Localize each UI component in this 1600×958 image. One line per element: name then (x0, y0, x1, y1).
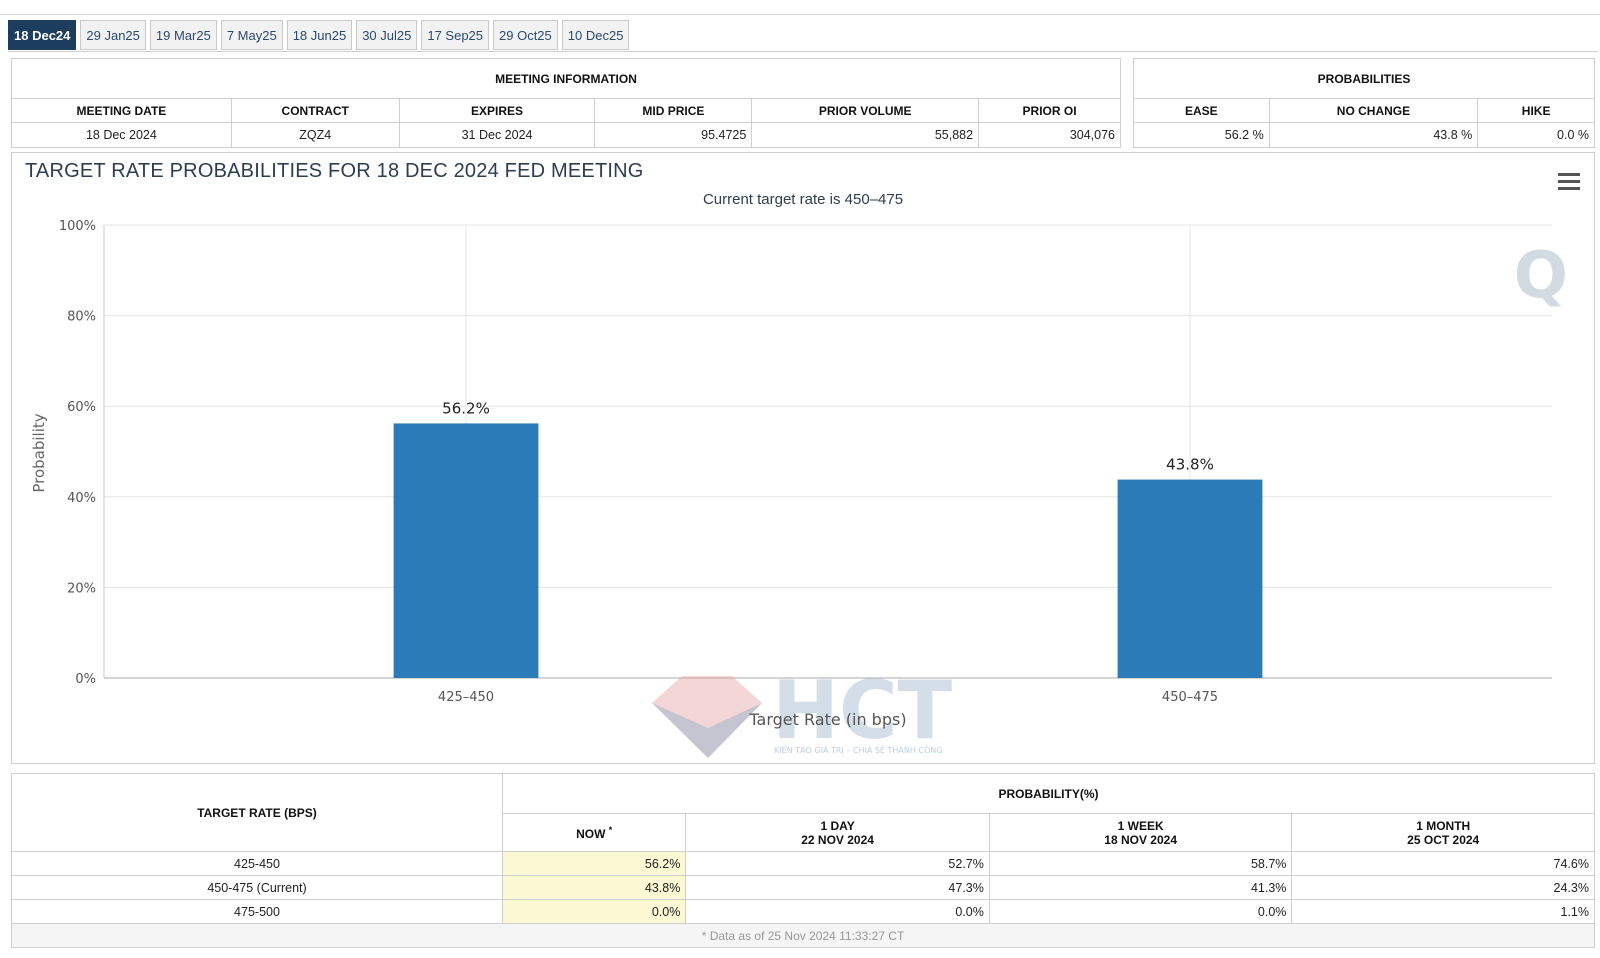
week-cell: 58.7% (988, 851, 1293, 876)
x-tick-label: 450–475 (1162, 690, 1218, 705)
hike-value: 0.0 % (1477, 122, 1595, 148)
ease-value: 56.2 % (1133, 122, 1270, 148)
probabilities-table: PROBABILITIES EASE NO CHANGE HIKE 56.2 %… (1133, 58, 1595, 148)
now-cell: 56.2% (501, 851, 687, 876)
tab-7-may25[interactable]: 7 May25 (220, 20, 283, 50)
table-row: 475-500 0.0% 0.0% 0.0% 1.1% (11, 899, 1595, 924)
y-tick-label: 100% (59, 219, 96, 234)
day-cell: 47.3% (685, 875, 990, 900)
bar-425–450[interactable] (393, 423, 539, 678)
col-contract: CONTRACT (230, 98, 400, 123)
col-no-change: NO CHANGE (1268, 98, 1479, 123)
week-cell: 0.0% (988, 899, 1293, 924)
meeting-information-table: MEETING INFORMATION MEETING DATE CONTRAC… (11, 58, 1121, 148)
y-tick-label: 0% (75, 672, 96, 687)
tab-17-sep25[interactable]: 17 Sep25 (421, 20, 490, 50)
now-cell: 0.0% (501, 899, 687, 924)
table-row: 425-450 56.2% 52.7% 58.7% 74.6% (11, 851, 1595, 876)
bar-chart: 0%20%40%60%80%100% HCT KIẾN TẠO GIÁ TRỊ … (30, 219, 1552, 758)
col-hike: HIKE (1477, 98, 1595, 123)
data-label: 43.8% (1166, 456, 1214, 474)
table-row: 56.2 % 43.8 % 0.0 % (1133, 122, 1595, 148)
day-cell: 52.7% (685, 851, 990, 876)
week-cell: 41.3% (988, 875, 1293, 900)
col-1-month: 1 MONTH 25 OCT 2024 (1291, 813, 1595, 852)
y-axis-label: Probability (30, 413, 48, 492)
tab-29-oct25[interactable]: 29 Oct25 (493, 20, 558, 50)
month-cell: 74.6% (1291, 851, 1595, 876)
meeting-date-value: 18 Dec 2024 (11, 122, 232, 148)
table-row: 450-475 (Current) 43.8% 47.3% 41.3% 24.3… (11, 875, 1595, 900)
prior-oi-value: 304,076 (978, 122, 1121, 148)
data-timestamp-footnote: * Data as of 25 Nov 2024 11:33:27 CT (11, 923, 1595, 948)
rate-cell: 425-450 (11, 851, 503, 876)
meeting-information-header: MEETING INFORMATION (11, 58, 1121, 99)
y-tick-label: 80% (67, 310, 96, 325)
rate-cell: 450-475 (Current) (11, 875, 503, 900)
month-cell: 24.3% (1291, 875, 1595, 900)
mid-price-value: 95.4725 (594, 122, 753, 148)
x-tick-label: 425–450 (438, 690, 494, 705)
tab-10-dec25[interactable]: 10 Dec25 (561, 20, 630, 50)
col-1-week: 1 WEEK 18 NOV 2024 (988, 813, 1293, 852)
table-row: 18 Dec 2024 ZQZ4 31 Dec 2024 95.4725 55,… (11, 122, 1121, 148)
y-tick-label: 60% (67, 400, 96, 415)
col-meeting-date: MEETING DATE (11, 98, 232, 123)
contract-value: ZQZ4 (230, 122, 400, 148)
col-prior-oi: PRIOR OI (978, 98, 1121, 123)
y-tick-label: 20% (67, 581, 96, 596)
col-now: NOW * (501, 813, 687, 852)
tab-19-mar25[interactable]: 19 Mar25 (149, 20, 217, 50)
target-rate-probability-table: TARGET RATE (BPS) PROBABILITY(%) NOW * 1… (11, 773, 1596, 948)
day-cell: 0.0% (685, 899, 990, 924)
meeting-tabs: 18 Dec24 29 Jan25 19 Mar25 7 May25 18 Ju… (8, 20, 630, 52)
rate-cell: 475-500 (11, 899, 503, 924)
watermark-tagline: KIẾN TẠO GIÁ TRỊ – CHIA SẺ THÀNH CÔNG (774, 744, 943, 756)
prior-volume-value: 55,882 (751, 122, 980, 148)
tab-18-dec24[interactable]: 18 Dec24 (8, 20, 77, 50)
col-1-day: 1 DAY 22 NOV 2024 (685, 813, 990, 852)
tab-29-jan25[interactable]: 29 Jan25 (80, 20, 146, 50)
top-divider (0, 14, 1600, 15)
col-prior-volume: PRIOR VOLUME (751, 98, 980, 123)
bar-450–475[interactable] (1117, 479, 1263, 678)
now-cell: 43.8% (501, 875, 687, 900)
target-rate-header: TARGET RATE (BPS) (11, 773, 503, 852)
probability-header: PROBABILITY(%) (501, 773, 1596, 814)
no-change-value: 43.8 % (1268, 122, 1479, 148)
tab-30-jul25[interactable]: 30 Jul25 (356, 20, 418, 50)
col-ease: EASE (1133, 98, 1270, 123)
data-label: 56.2% (442, 399, 490, 417)
expires-value: 31 Dec 2024 (398, 122, 596, 148)
col-mid-price: MID PRICE (594, 98, 753, 123)
tab-18-jun25[interactable]: 18 Jun25 (286, 20, 353, 50)
tabs-divider (8, 51, 1598, 52)
x-axis-label: Target Rate (in bps) (748, 710, 906, 729)
month-cell: 1.1% (1291, 899, 1595, 924)
y-tick-label: 40% (67, 491, 96, 506)
col-expires: EXPIRES (398, 98, 596, 123)
probabilities-header: PROBABILITIES (1133, 58, 1595, 99)
chart-container: TARGET RATE PROBABILITIES FOR 18 DEC 202… (11, 152, 1595, 764)
